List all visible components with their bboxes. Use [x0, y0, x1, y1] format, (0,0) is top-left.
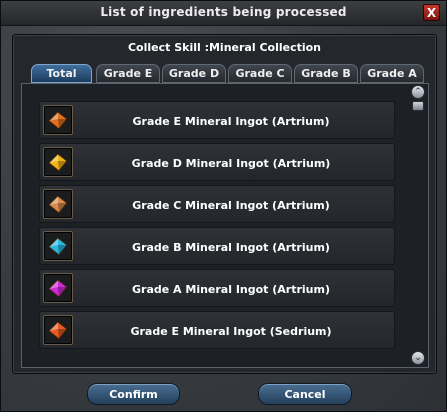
orange-ingot-icon	[43, 105, 73, 135]
ingredients-window: List of ingredients being processed X Co…	[0, 0, 447, 412]
tab-label: Grade A	[367, 67, 417, 80]
scroll-down-button[interactable]: ⌄	[411, 351, 425, 365]
tab-grade-d[interactable]: Grade D	[162, 64, 226, 83]
list-scrollbar[interactable]: ⌃ ⌄	[411, 85, 426, 366]
tab-grade-b[interactable]: Grade B	[294, 64, 358, 83]
window-title: List of ingredients being processed	[100, 5, 347, 19]
cyan-ingot-icon	[43, 231, 73, 261]
scroll-thumb[interactable]	[412, 101, 424, 111]
orange-red-ingot-icon	[43, 315, 73, 345]
list-item[interactable]: Grade E Mineral Ingot (Artrium)	[39, 101, 395, 139]
list-item[interactable]: Grade C Mineral Ingot (Artrium)	[39, 185, 395, 223]
list-item[interactable]: Grade B Mineral Ingot (Artrium)	[39, 227, 395, 265]
tab-total[interactable]: Total	[31, 64, 92, 83]
tab-label: Grade E	[103, 67, 153, 80]
tab-grade-e[interactable]: Grade E	[96, 64, 160, 83]
list-item[interactable]: Grade A Mineral Ingot (Artrium)	[39, 269, 395, 307]
confirm-button[interactable]: Confirm	[87, 383, 180, 405]
item-name: Grade B Mineral Ingot (Artrium)	[132, 240, 330, 254]
item-name: Grade E Mineral Ingot (Artrium)	[132, 114, 330, 128]
tab-label: Grade C	[235, 67, 285, 80]
tab-label: Grade B	[301, 67, 351, 80]
close-button[interactable]: X	[423, 4, 440, 21]
tab-label: Total	[46, 67, 77, 80]
chevron-down-icon: ⌄	[414, 352, 422, 363]
title-bar[interactable]: List of ingredients being processed X	[1, 1, 446, 26]
skill-subtitle: Collect Skill :Mineral Collection	[127, 41, 322, 54]
grade-tabs: Total Grade E Grade D Grade C Grade B Gr…	[17, 64, 431, 83]
chevron-up-icon: ⌃	[414, 86, 422, 97]
item-name: Grade E Mineral Ingot (Sedrium)	[130, 324, 332, 338]
bronze-ingot-icon	[43, 189, 73, 219]
tab-grade-c[interactable]: Grade C	[228, 64, 292, 83]
item-name: Grade D Mineral Ingot (Artrium)	[131, 156, 331, 170]
tab-label: Grade D	[168, 67, 220, 80]
cancel-button[interactable]: Cancel	[258, 383, 352, 405]
yellow-ingot-icon	[43, 147, 73, 177]
item-name: Grade C Mineral Ingot (Artrium)	[132, 198, 330, 212]
scroll-up-button[interactable]: ⌃	[411, 85, 425, 99]
item-name: Grade A Mineral Ingot (Artrium)	[131, 282, 331, 296]
tab-grade-a[interactable]: Grade A	[360, 64, 424, 83]
ingredient-list[interactable]: Grade E Mineral Ingot (Artrium) Grade D …	[39, 101, 395, 361]
list-item[interactable]: Grade D Mineral Ingot (Artrium)	[39, 143, 395, 181]
list-item[interactable]: Grade E Mineral Ingot (Sedrium)	[39, 311, 395, 349]
magenta-ingot-icon	[43, 273, 73, 303]
